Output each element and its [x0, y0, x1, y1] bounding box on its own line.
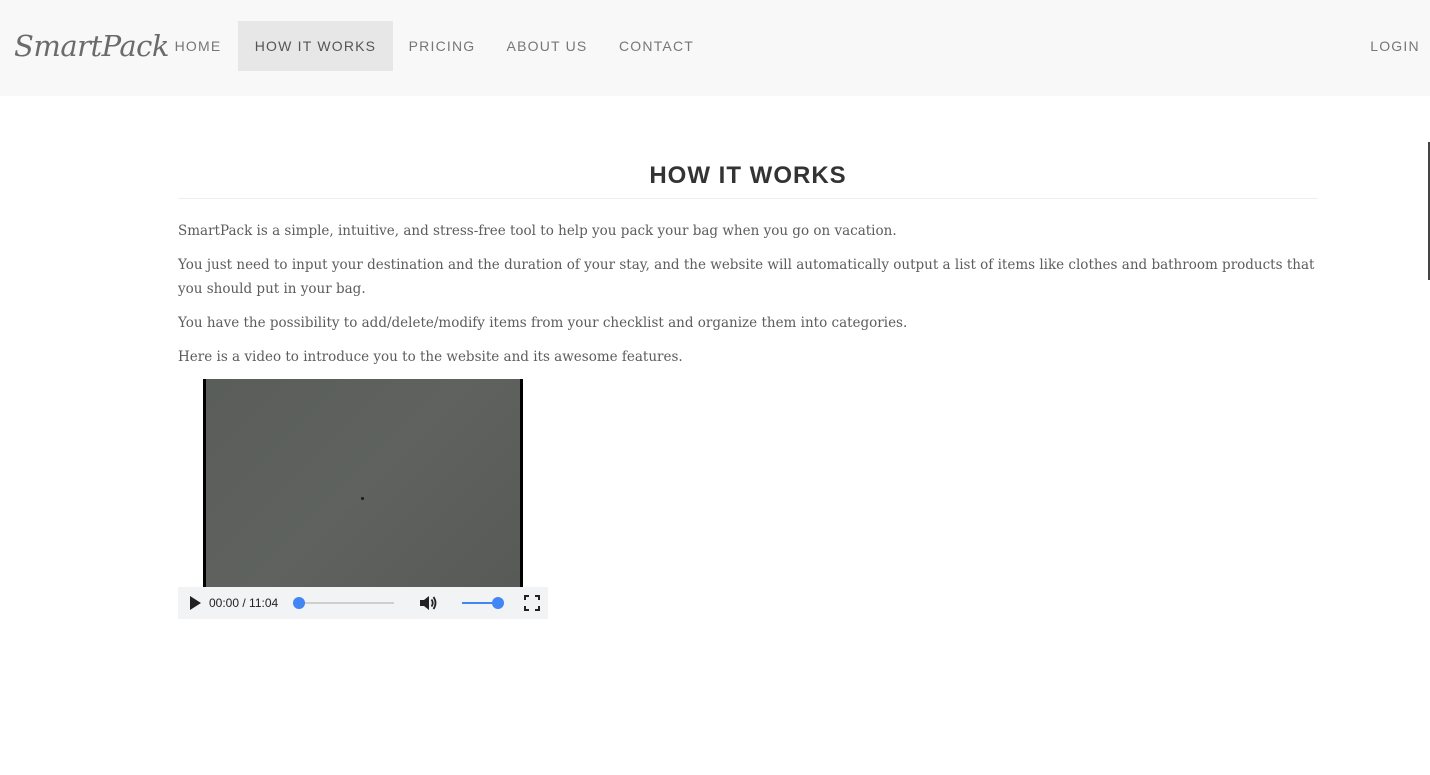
video-controls: 00:00 / 11:04: [178, 587, 548, 619]
nav-about-us[interactable]: ABOUT US: [492, 21, 602, 71]
intro-paragraph: SmartPack is a simple, intuitive, and st…: [178, 223, 897, 239]
divider: [178, 198, 1318, 199]
nav-home[interactable]: HOME: [160, 21, 236, 71]
video-frame[interactable]: [203, 379, 523, 587]
fullscreen-icon[interactable]: [524, 595, 540, 611]
progress-thumb[interactable]: [293, 597, 305, 609]
nav-how-it-works[interactable]: HOW IT WORKS: [238, 21, 393, 71]
volume-thumb[interactable]: [492, 597, 504, 609]
page-title: HOW IT WORKS: [649, 162, 847, 189]
how-to-paragraph: You just need to input your destination …: [178, 257, 1315, 297]
nav-pricing[interactable]: PRICING: [395, 21, 489, 71]
video-screen[interactable]: [206, 379, 520, 587]
nav-login[interactable]: LOGIN: [1360, 21, 1430, 71]
video-intro-paragraph: Here is a video to introduce you to the …: [178, 349, 683, 365]
progress-bar[interactable]: [298, 602, 394, 604]
video-content: [361, 497, 364, 500]
video-player[interactable]: 00:00 / 11:04: [178, 379, 548, 619]
features-paragraph: You have the possibility to add/delete/m…: [178, 315, 908, 331]
brand-logo[interactable]: SmartPack: [14, 26, 170, 66]
time-display: 00:00 / 11:04: [209, 596, 279, 610]
nav-contact[interactable]: CONTACT: [605, 21, 708, 71]
play-icon[interactable]: [190, 596, 201, 610]
navbar: SmartPack HOME HOW IT WORKS PRICING ABOU…: [0, 0, 1430, 96]
volume-icon[interactable]: [418, 594, 438, 612]
